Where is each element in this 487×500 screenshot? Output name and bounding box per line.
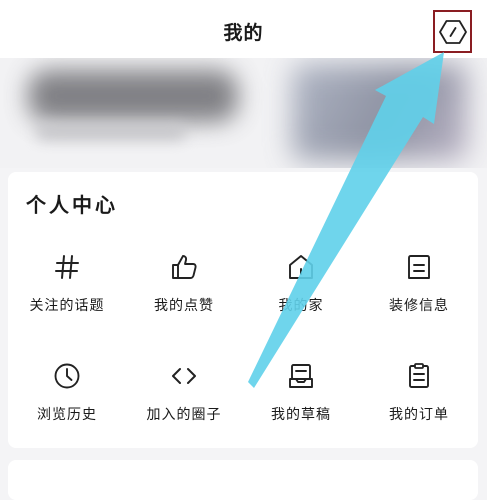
personal-center-card: 个人中心 关注的话题 我的点赞 我的家 装修信息 浏览历史 加入的圈子 我的草稿…	[8, 172, 478, 448]
blurred-profile-name	[28, 70, 238, 122]
item-label: 我的家	[278, 298, 324, 314]
secondary-card	[8, 460, 478, 500]
blurred-profile-subtitle	[36, 124, 186, 140]
draft-box-icon	[289, 364, 313, 388]
item-label: 我的点赞	[154, 298, 214, 314]
profile-banner[interactable]	[0, 58, 487, 168]
blurred-avatar	[292, 64, 467, 160]
clock-icon	[54, 363, 80, 389]
hashtag-icon	[55, 255, 79, 279]
item-label: 关注的话题	[29, 298, 105, 314]
page-title: 我的	[223, 22, 264, 44]
settings-button[interactable]	[433, 10, 472, 53]
item-my-orders[interactable]: 我的订单	[360, 361, 478, 441]
item-label: 我的草稿	[271, 407, 331, 423]
top-bar: 我的	[0, 0, 487, 58]
item-followed-topics[interactable]: 关注的话题	[8, 252, 126, 332]
item-my-likes[interactable]: 我的点赞	[125, 252, 243, 332]
item-my-drafts[interactable]: 我的草稿	[242, 361, 360, 441]
item-label: 我的订单	[389, 407, 449, 423]
section-title: 个人中心	[26, 193, 118, 217]
document-icon	[408, 255, 430, 279]
home-icon	[289, 255, 313, 279]
item-joined-circles[interactable]: 加入的圈子	[125, 361, 243, 441]
item-browse-history[interactable]: 浏览历史	[8, 361, 126, 441]
item-my-home[interactable]: 我的家	[242, 252, 360, 332]
item-label: 加入的圈子	[146, 407, 222, 423]
thumbs-up-icon	[172, 255, 197, 279]
item-label: 浏览历史	[37, 407, 97, 423]
clipboard-icon	[409, 363, 429, 388]
code-brackets-icon	[172, 368, 196, 384]
hexagon-edit-icon	[438, 19, 467, 44]
item-label: 装修信息	[389, 298, 449, 314]
item-renovation-info[interactable]: 装修信息	[360, 252, 478, 332]
